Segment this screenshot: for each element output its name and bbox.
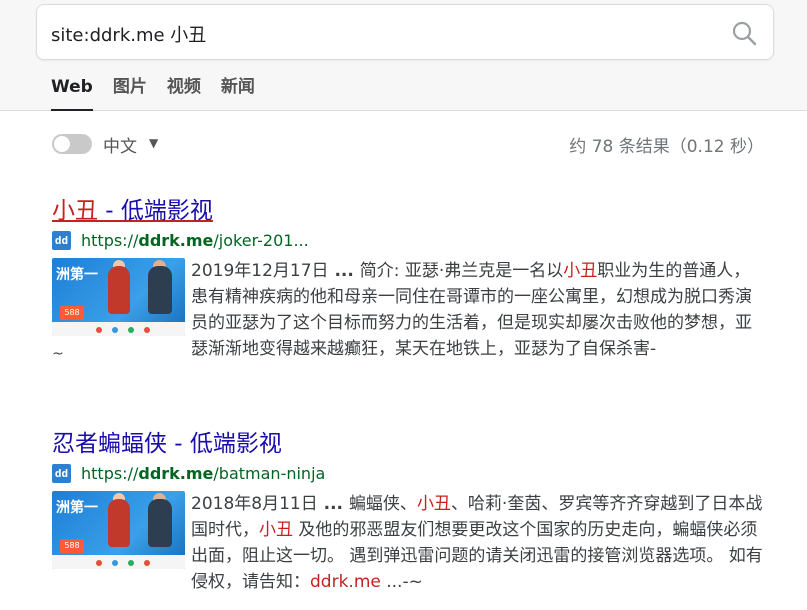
title-highlight: 小丑 — [52, 198, 98, 224]
tab-images[interactable]: 图片 — [113, 74, 147, 110]
url-text: https://ddrk.me/batman-ninja — [81, 464, 325, 483]
site-favicon-icon: dd — [52, 230, 71, 250]
safe-search-toggle[interactable] — [52, 134, 92, 154]
snippet-sep: ... — [317, 494, 349, 514]
thumb-label: 洲第一 — [56, 500, 98, 516]
results-toolbar: 中文 ▼ 约 78 条结果（0.12 秒） — [52, 130, 764, 158]
result-title-link[interactable]: 小丑 - 低端影视 — [52, 196, 764, 226]
language-selector[interactable]: 中文 — [103, 132, 137, 157]
url-prefix: https:// — [81, 463, 139, 483]
person-figure — [148, 499, 172, 547]
snippet-date: 2018年8月11日 — [191, 494, 318, 514]
site-favicon-icon: dd — [52, 463, 71, 483]
snippet-highlight: 小丑 — [563, 261, 598, 281]
snippet-text: 蝙蝠侠、 — [348, 494, 417, 514]
url-domain: ddrk.me — [138, 463, 214, 483]
thumb-label: 洲第一 — [56, 267, 98, 283]
url-prefix: https:// — [81, 230, 139, 250]
search-tabs: Web 图片 视频 新闻 — [51, 74, 255, 111]
search-input[interactable]: site:ddrk.me 小丑 — [51, 21, 206, 47]
url-path: /joker-201... — [213, 230, 309, 250]
tab-videos[interactable]: 视频 — [167, 74, 201, 110]
search-result: 小丑 - 低端影视 dd https://ddrk.me/joker-201..… — [52, 196, 764, 362]
snippet-sep: ... — [328, 261, 360, 281]
snippet-text: 简介: 亚瑟·弗兰克是一名以 — [359, 261, 564, 281]
result-snippet: 2018年8月11日 ... 蝙蝠侠、小丑、哈莉·奎茵、罗宾等齐齐穿越到了日本战… — [191, 491, 765, 595]
snippet-date: 2019年12月17日 — [191, 261, 329, 281]
toggle-knob — [54, 136, 70, 152]
url-path: /batman-ninja — [213, 463, 326, 483]
person-figure — [108, 499, 130, 547]
result-thumbnail[interactable]: 洲第一 588 — [52, 258, 185, 336]
top-header: site:ddrk.me 小丑 Web 图片 视频 新闻 — [0, 0, 807, 111]
thumb-badge: 588 — [60, 539, 84, 553]
snippet-highlight: ddrk.me — [310, 572, 381, 592]
thumb-badge: 588 — [60, 306, 84, 320]
result-snippet: 2019年12月17日 ... 简介: 亚瑟·弗兰克是一名以小丑职业为生的普通人… — [191, 258, 765, 362]
search-icon[interactable] — [731, 20, 757, 46]
result-title-link[interactable]: 忍者蝙蝠侠 - 低端影视 — [52, 429, 764, 459]
search-box[interactable]: site:ddrk.me 小丑 — [36, 4, 774, 60]
person-figure — [148, 266, 172, 314]
person-figure — [108, 266, 130, 314]
tab-web[interactable]: Web — [51, 74, 93, 111]
snippet-highlight: 小丑 — [259, 520, 293, 540]
snippet-text: ...-~ — [380, 572, 423, 592]
search-result: 忍者蝙蝠侠 - 低端影视 dd https://ddrk.me/batman-n… — [52, 429, 764, 592]
tab-news[interactable]: 新闻 — [221, 74, 255, 110]
result-url[interactable]: dd https://ddrk.me/joker-201... — [52, 229, 309, 251]
thumb-strip — [52, 322, 185, 336]
result-stats: 约 78 条结果（0.12 秒） — [569, 137, 764, 157]
url-text: https://ddrk.me/joker-201... — [81, 231, 309, 250]
url-domain: ddrk.me — [138, 230, 214, 250]
title-rest: - 低端影视 — [98, 198, 213, 224]
result-url[interactable]: dd https://ddrk.me/batman-ninja — [52, 462, 325, 484]
caret-down-icon[interactable]: ▼ — [149, 136, 158, 150]
snippet-highlight: 小丑 — [416, 494, 451, 514]
thumb-strip — [52, 555, 185, 569]
snippet-trailing: ~ — [52, 346, 64, 362]
result-thumbnail[interactable]: 洲第一 588 — [52, 491, 185, 569]
